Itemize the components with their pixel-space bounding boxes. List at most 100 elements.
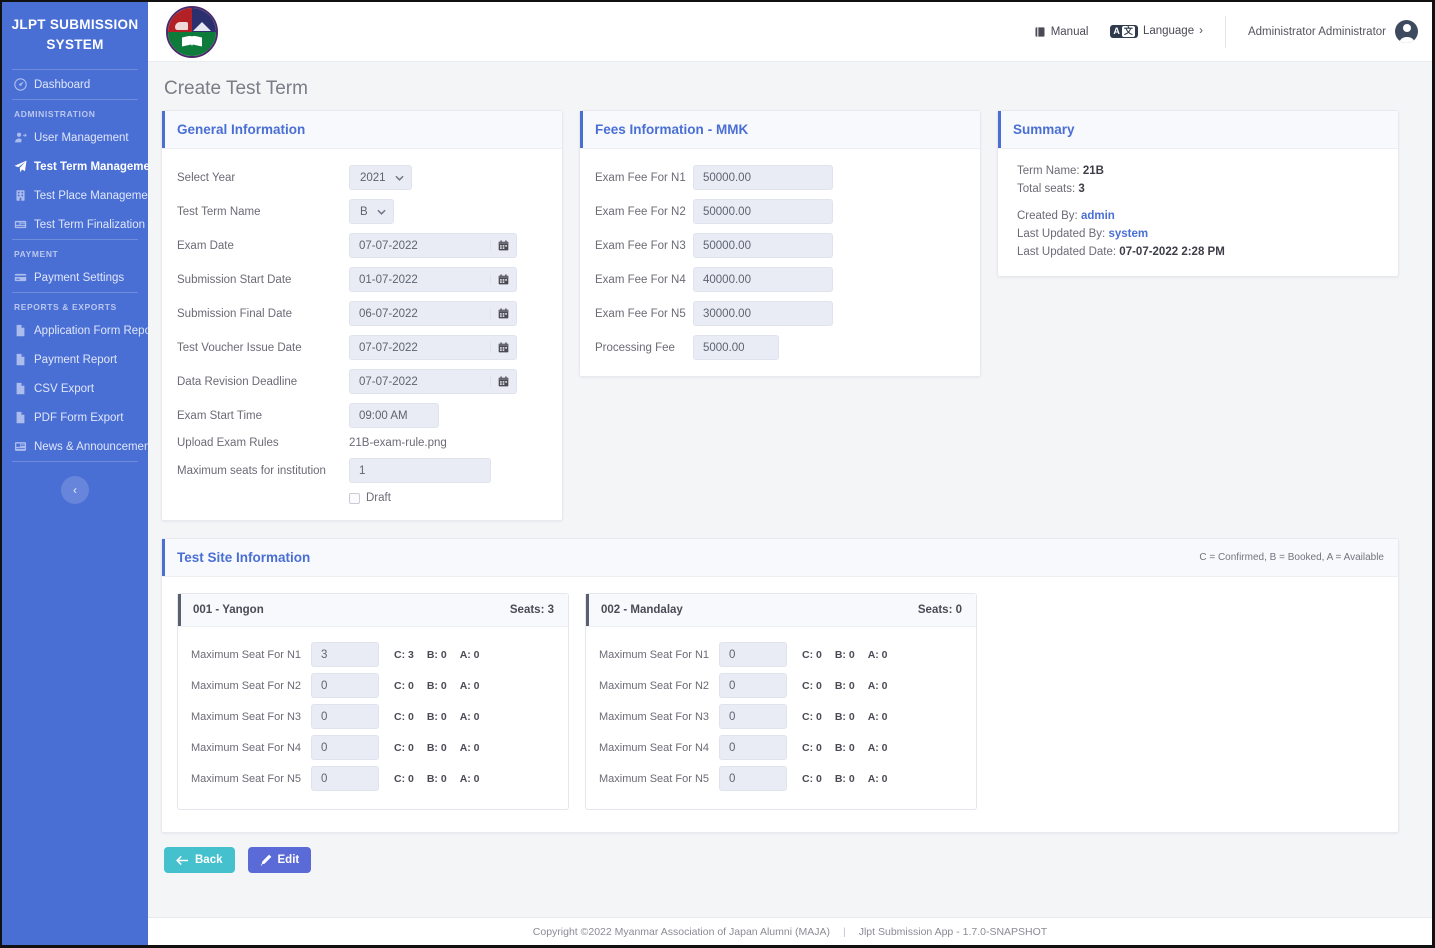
calendar-icon[interactable] — [490, 342, 516, 353]
sidebar-item-csv-export[interactable]: CSV Export — [2, 374, 148, 403]
site-card-yangon: 001 - Yangon Seats: 3 Maximum Seat For N… — [177, 593, 569, 810]
avatar[interactable] — [1395, 20, 1418, 43]
processing-fee-input[interactable]: 5000.00 — [693, 335, 779, 360]
test-term-name-dropdown[interactable]: B — [349, 199, 394, 224]
site-row-label: Maximum Seat For N5 — [599, 772, 710, 785]
edit-button[interactable]: Edit — [247, 847, 312, 873]
submission-final-date-input[interactable]: 06-07-2022 — [349, 301, 517, 326]
site-max-seat-input[interactable]: 0 — [719, 766, 787, 791]
site-row: Maximum Seat For N2 0 C: 0 B: 0 A: 0 — [599, 673, 962, 698]
site-max-seat-input[interactable]: 0 — [719, 642, 787, 667]
sidebar-section-payment: PAYMENT — [14, 249, 59, 260]
test-term-name-value: B — [360, 205, 368, 218]
field-label: Maximum seats for institution — [177, 464, 326, 477]
sidebar-item-payment-settings[interactable]: Payment Settings — [2, 263, 148, 292]
draft-label: Draft — [366, 492, 391, 504]
sidebar-item-user-management[interactable]: User Management — [2, 123, 148, 152]
exam-fee-n4-input[interactable]: 40000.00 — [693, 267, 833, 292]
exam-fee-n2-input[interactable]: 50000.00 — [693, 199, 833, 224]
seat-status-legend: C = Confirmed, B = Booked, A = Available — [1199, 552, 1384, 563]
calendar-icon[interactable] — [490, 274, 516, 285]
chevron-down-icon — [377, 207, 386, 217]
exam-date-input[interactable]: 07-07-2022 — [349, 233, 517, 258]
calendar-icon[interactable] — [490, 240, 516, 251]
field-submission-final-date: Submission Final Date 06-07-2022 — [177, 301, 548, 326]
site-row-label: Maximum Seat For N3 — [599, 710, 710, 723]
field-exam-fee-n4: Exam Fee For N4 40000.00 — [595, 267, 966, 292]
site-row: Maximum Seat For N4 0 C: 0 B: 0 A: 0 — [599, 735, 962, 760]
calendar-icon[interactable] — [490, 308, 516, 319]
sidebar: JLPT SUBMISSION SYSTEM Dashboard ADMINIS… — [2, 2, 148, 945]
sidebar-collapse-area: ‹ — [2, 462, 148, 505]
site-max-seat-input[interactable]: 0 — [719, 673, 787, 698]
sidebar-item-label: Test Place Management — [34, 189, 148, 202]
sidebar-item-application-form-report[interactable]: Application Form Report — [2, 316, 148, 345]
site-max-seat-input[interactable]: 0 — [311, 766, 379, 791]
field-label: Data Revision Deadline — [177, 375, 298, 388]
site-row: Maximum Seat For N1 0 C: 0 B: 0 A: 0 — [599, 642, 962, 667]
site-max-seat-input[interactable]: 0 — [311, 673, 379, 698]
site-max-seat-input[interactable]: 3 — [311, 642, 379, 667]
sidebar-section-reports: REPORTS & EXPORTS — [14, 302, 117, 313]
test-site-information-header: Test Site Information C = Confirmed, B =… — [162, 539, 1398, 577]
sidebar-item-payment-report[interactable]: Payment Report — [2, 345, 148, 374]
exam-fee-n3-input[interactable]: 50000.00 — [693, 233, 833, 258]
available-count: A: 0 — [867, 679, 888, 692]
site-max-seat-input[interactable]: 0 — [311, 704, 379, 729]
back-button[interactable]: Back — [164, 847, 235, 873]
maximum-seats-input[interactable]: 1 — [349, 458, 491, 483]
booked-count: B: 0 — [426, 679, 447, 692]
sidebar-item-test-place-management[interactable]: Test Place Management — [2, 181, 148, 210]
site-row-label: Maximum Seat For N4 — [599, 741, 710, 754]
file-icon — [14, 411, 27, 424]
uploaded-file-name[interactable]: 21B-exam-rule.png — [349, 437, 447, 449]
exam-fee-n5-input[interactable]: 30000.00 — [693, 301, 833, 326]
sidebar-item-test-term-finalization[interactable]: Test Term Finalization — [2, 210, 148, 239]
topbar-divider — [1224, 15, 1226, 48]
data-revision-deadline-input[interactable]: 07-07-2022 — [349, 369, 517, 394]
main-area: Manual A文 Language › Administrator Admin… — [148, 2, 1432, 945]
language-switcher[interactable]: A文 Language › — [1110, 25, 1203, 38]
draft-checkbox-row: Draft — [177, 492, 548, 504]
draft-checkbox[interactable] — [349, 492, 360, 504]
site-row-counts: C: 0 B: 0 A: 0 — [802, 711, 888, 723]
sidebar-collapse-button[interactable]: ‹ — [61, 476, 89, 505]
site-max-seat-input[interactable]: 0 — [719, 735, 787, 760]
field-exam-start-time: Exam Start Time 09:00 AM — [177, 403, 548, 428]
sidebar-item-pdf-form-export[interactable]: PDF Form Export — [2, 403, 148, 432]
site-max-seat-input[interactable]: 0 — [311, 735, 379, 760]
summary-term-name-value: 21B — [1082, 165, 1104, 177]
general-information-body: Select Year 2021 Test Term Name B Exam D… — [162, 149, 562, 520]
site-row-counts: C: 3 B: 0 A: 0 — [394, 649, 480, 661]
field-label: Exam Date — [177, 239, 234, 252]
sidebar-item-dashboard[interactable]: Dashboard — [2, 70, 148, 99]
field-submission-start-date: Submission Start Date 01-07-2022 — [177, 267, 548, 292]
confirmed-count: C: 0 — [802, 648, 822, 661]
sidebar-item-label: PDF Form Export — [34, 411, 124, 424]
site-seats: Seats: 0 — [917, 604, 962, 616]
confirmed-count: C: 0 — [802, 679, 822, 692]
exam-start-time-input[interactable]: 09:00 AM — [349, 403, 439, 428]
page-title: Create Test Term — [164, 78, 308, 99]
file-icon — [14, 324, 27, 337]
test-voucher-issue-date-input[interactable]: 07-07-2022 — [349, 335, 517, 360]
site-row-counts: C: 0 B: 0 A: 0 — [394, 711, 480, 723]
summary-spacer — [1017, 201, 1384, 210]
site-name: 002 - Mandalay — [601, 604, 683, 616]
manual-link[interactable]: Manual — [1034, 25, 1089, 38]
chevron-right-icon: › — [1199, 25, 1203, 38]
manual-label: Manual — [1050, 25, 1089, 38]
sidebar-item-label: User Management — [34, 131, 129, 144]
site-max-seat-input[interactable]: 0 — [719, 704, 787, 729]
available-count: A: 0 — [867, 772, 888, 785]
select-year-dropdown[interactable]: 2021 — [349, 165, 412, 190]
sidebar-item-test-term-management[interactable]: Test Term Management — [2, 152, 148, 181]
sidebar-item-news-announcement[interactable]: News & Announcement — [2, 432, 148, 461]
calendar-icon[interactable] — [490, 376, 516, 387]
footer-app-version: Jlpt Submission App - 1.7.0-SNAPSHOT — [858, 925, 1048, 938]
site-row-label: Maximum Seat For N2 — [191, 679, 302, 692]
submission-start-date-input[interactable]: 01-07-2022 — [349, 267, 517, 292]
exam-fee-n1-input[interactable]: 50000.00 — [693, 165, 833, 190]
summary-last-updated-date-value: 07-07-2022 2:28 PM — [1119, 246, 1225, 258]
site-row: Maximum Seat For N1 3 C: 3 B: 0 A: 0 — [191, 642, 554, 667]
